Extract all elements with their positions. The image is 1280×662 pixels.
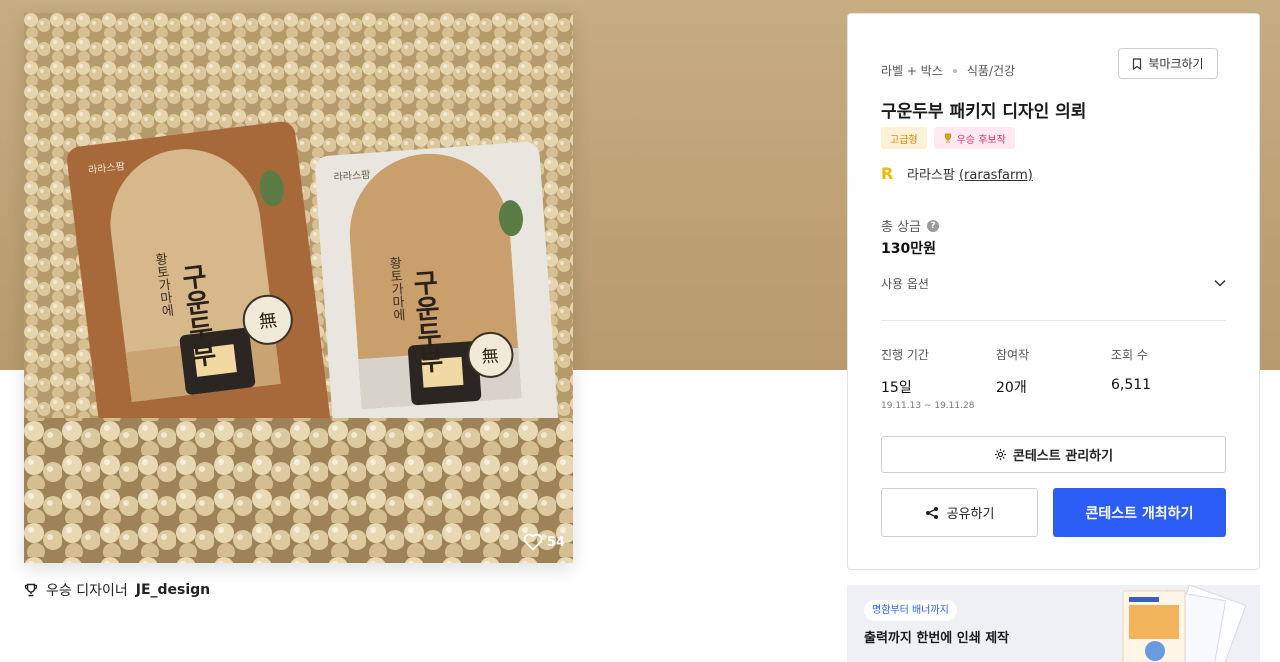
share-label: 공유하기 bbox=[946, 507, 995, 522]
badge-list: 고급형 우승 후보작 bbox=[881, 127, 1015, 149]
like-button[interactable]: 54 bbox=[523, 533, 565, 551]
entries-value: 20개 bbox=[996, 380, 1027, 396]
award-badge: 우승 후보작 bbox=[933, 127, 1015, 149]
trophy-icon bbox=[944, 133, 951, 143]
breadcrumb-category[interactable]: 라벨 + 박스 bbox=[881, 62, 943, 79]
chevron-down-icon bbox=[1214, 279, 1226, 287]
contest-title: 구운두부 패키지 디자인 의뢰 bbox=[881, 102, 1087, 122]
help-icon[interactable]: ? bbox=[927, 219, 940, 232]
trophy-icon bbox=[24, 583, 38, 597]
bookmark-button[interactable]: 북마크하기 bbox=[1118, 48, 1218, 79]
ad-headline: 출력까지 한번에 인쇄 제작 bbox=[864, 631, 1010, 646]
winner-prefix: 우승 디자이너 bbox=[46, 583, 128, 599]
heart-icon bbox=[523, 533, 543, 551]
gear-icon bbox=[994, 448, 1006, 461]
stat-entries: 참여작 20개 bbox=[996, 346, 1029, 397]
views-value: 6,511 bbox=[1111, 377, 1152, 393]
stat-period: 진행 기간 15일 19.11.13 ~ 19.11.28 bbox=[881, 346, 974, 411]
views-label: 조회 수 bbox=[1111, 348, 1148, 362]
owner-id[interactable]: (rarasfarm) bbox=[959, 168, 1033, 183]
ad-print-samples-image bbox=[1122, 585, 1247, 662]
options-dropdown[interactable]: 사용 옵션 bbox=[881, 269, 1226, 297]
bookmark-label: 북마크하기 bbox=[1148, 57, 1204, 71]
period-dates: 19.11.13 ~ 19.11.28 bbox=[881, 401, 975, 411]
host-contest-button[interactable]: 콘테스트 개최하기 bbox=[1053, 488, 1226, 537]
package-photo: 라라스팜 구운두부 황토가마에 無 라라스팜 구운두부 황토가마에 無 bbox=[24, 13, 573, 563]
like-count: 54 bbox=[546, 534, 565, 550]
contest-owner[interactable]: R 라라스팜 (rarasfarm) bbox=[881, 164, 1033, 183]
entries-label: 참여작 bbox=[996, 348, 1030, 362]
product-image[interactable]: 라라스팜 구운두부 황토가마에 無 라라스팜 구운두부 황토가마에 無 54 bbox=[24, 13, 573, 563]
bookmark-icon bbox=[1133, 57, 1142, 70]
ad-pill: 명함부터 배너까지 bbox=[864, 600, 957, 621]
premium-badge: 고급형 bbox=[881, 127, 927, 149]
options-label: 사용 옵션 bbox=[881, 276, 929, 291]
prize-label-text: 총 상금 bbox=[881, 220, 922, 235]
owner-name: 라라스팜 bbox=[907, 168, 955, 183]
breadcrumb: 라벨 + 박스 식품/건강 bbox=[881, 62, 1015, 79]
prize-value: 130만원 bbox=[881, 241, 936, 257]
prize-label: 총 상금 ? bbox=[881, 216, 940, 235]
manage-contest-button[interactable]: 콘테스트 관리하기 bbox=[881, 436, 1226, 473]
manage-contest-label: 콘테스트 관리하기 bbox=[1012, 449, 1114, 464]
stat-views: 조회 수 6,511 bbox=[1111, 346, 1151, 393]
period-value: 15일 bbox=[881, 380, 912, 396]
share-icon bbox=[925, 506, 938, 519]
host-contest-label: 콘테스트 개최하기 bbox=[1085, 505, 1194, 522]
award-badge-label: 우승 후보작 bbox=[956, 134, 1006, 146]
divider bbox=[881, 320, 1226, 321]
breadcrumb-subcategory[interactable]: 식품/건강 bbox=[967, 62, 1015, 79]
share-button[interactable]: 공유하기 bbox=[881, 488, 1038, 537]
contest-info-card: 라벨 + 박스 식품/건강 북마크하기 구운두부 패키지 디자인 의뢰 고급형 … bbox=[847, 13, 1260, 570]
winner-name[interactable]: JE_design bbox=[136, 582, 210, 598]
winner-designer: 우승 디자이너 JE_design bbox=[24, 580, 210, 600]
bag-mark: 無 bbox=[258, 310, 278, 333]
owner-logo-icon: R bbox=[881, 163, 894, 183]
print-ad-banner[interactable]: 명함부터 배너까지 출력까지 한번에 인쇄 제작 bbox=[847, 585, 1260, 662]
bag2-mark: 無 bbox=[481, 346, 499, 367]
period-label: 진행 기간 bbox=[881, 348, 929, 362]
breadcrumb-separator bbox=[952, 68, 957, 73]
